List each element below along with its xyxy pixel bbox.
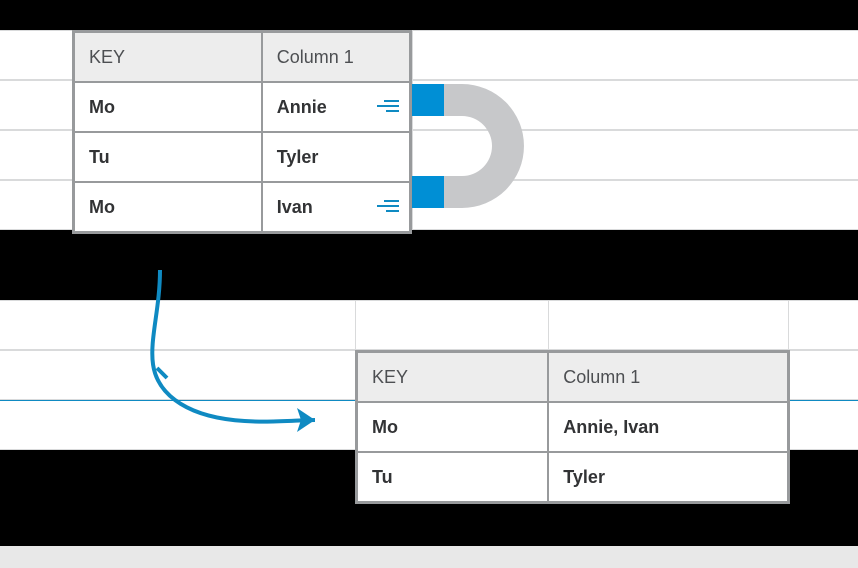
result-table: KEYColumn 1Mo Annie, Ivan Tu Tyler (355, 350, 790, 504)
match-lines-icon (377, 200, 399, 214)
magnet-pole-bottom (412, 176, 444, 208)
cell-key: Tu (74, 132, 262, 182)
diagram-stage: KEYColumn 1MoAnnieTuTylerMoIvan KEYColum… (0, 0, 858, 568)
table-row: Tu Tyler (74, 132, 410, 182)
cell-value-text: Annie, Ivan (563, 417, 659, 438)
cell-value: Tyler (548, 452, 788, 502)
cell-key: Mo (74, 82, 262, 132)
header-key: KEY (74, 32, 262, 82)
cell-value: Annie, Ivan (548, 402, 788, 452)
match-lines-icon (377, 100, 399, 114)
cell-value-text: Tyler (563, 467, 605, 488)
header-column1: Column 1 (262, 32, 410, 82)
cell-key: Tu (357, 452, 548, 502)
table-row: Tu Tyler (357, 452, 788, 502)
cell-value: Annie (262, 82, 410, 132)
cell-key: Mo (357, 402, 548, 452)
cell-value-text: Tyler (277, 147, 319, 168)
table-row: Mo Annie (74, 82, 410, 132)
table-header-row: KEYColumn 1 (357, 352, 788, 402)
header-column1: Column 1 (548, 352, 788, 402)
magnet-pole-top (412, 84, 444, 116)
cell-value-text: Ivan (277, 197, 313, 218)
cell-value: Tyler (262, 132, 410, 182)
table-row: Mo Ivan (74, 182, 410, 232)
source-table: KEYColumn 1MoAnnieTuTylerMoIvan (72, 30, 412, 234)
cell-key: Mo (74, 182, 262, 232)
cell-value: Ivan (262, 182, 410, 232)
table-row: Mo Annie, Ivan (357, 402, 788, 452)
flow-arrow-icon (105, 270, 345, 450)
cell-value-text: Annie (277, 97, 327, 118)
footer-band (0, 546, 858, 568)
table-header-row: KEYColumn 1 (74, 32, 410, 82)
header-key: KEY (357, 352, 548, 402)
